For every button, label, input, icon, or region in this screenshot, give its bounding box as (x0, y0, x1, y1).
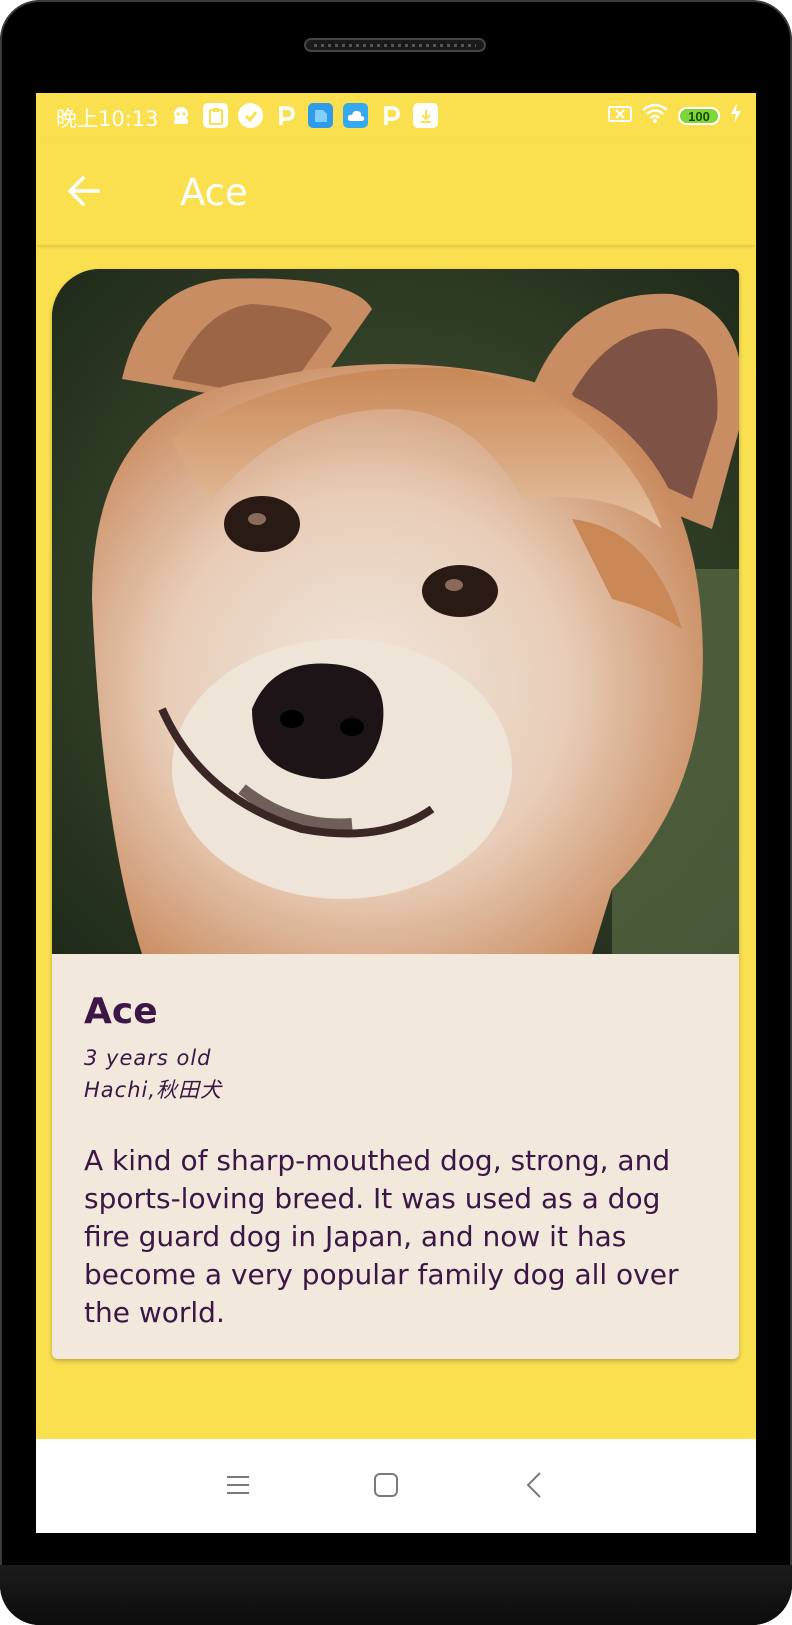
menu-icon (225, 1474, 251, 1501)
dog-age: 3 years old (84, 1046, 212, 1070)
dog-card[interactable]: Ace 3 years old Hachi,秋田犬 A kind of shar… (52, 269, 739, 1359)
no-sim-icon (608, 103, 632, 129)
phone-frame: 晚上10:13 100 Ace Ace 3 years old Hachi,秋田… (0, 0, 792, 1625)
page-title: Ace (180, 171, 248, 214)
system-nav-bar (36, 1439, 756, 1533)
arrow-left-icon (66, 173, 102, 214)
cloud-icon (343, 103, 368, 128)
charging-icon (730, 103, 742, 129)
dog-description: A kind of sharp-mouthed dog, strong, and… (84, 1144, 679, 1329)
menu-button[interactable] (218, 1467, 258, 1507)
dog-breed: Hachi,秋田犬 (84, 1078, 223, 1102)
status-bar: 晚上10:13 100 (36, 93, 756, 141)
back-button[interactable] (56, 165, 112, 221)
system-status: 100 (608, 103, 742, 129)
p-icon (378, 103, 403, 128)
app-screen: 晚上10:13 100 Ace Ace 3 years old Hachi,秋田… (36, 93, 756, 1533)
bottom-bezel (0, 1565, 792, 1625)
ghost-icon (168, 103, 193, 128)
p-icon (273, 103, 298, 128)
dog-photo (52, 269, 739, 954)
check-icon (238, 103, 263, 128)
status-time: 晚上10:13 (56, 107, 159, 131)
download-icon (413, 103, 438, 128)
file-icon (308, 103, 333, 128)
card-body: Ace 3 years old Hachi,秋田犬 A kind of shar… (84, 991, 704, 1332)
home-icon (373, 1472, 399, 1503)
dog-name: Ace (84, 991, 158, 1032)
app-bar: Ace (36, 141, 756, 245)
back-icon (525, 1471, 543, 1504)
battery-indicator: 100 (678, 107, 720, 125)
wifi-icon (642, 103, 668, 129)
home-button[interactable] (366, 1467, 406, 1507)
nav-back-button[interactable] (514, 1467, 554, 1507)
notification-icons (168, 103, 438, 128)
clipboard-icon (203, 103, 228, 128)
earpiece-speaker (304, 38, 486, 52)
